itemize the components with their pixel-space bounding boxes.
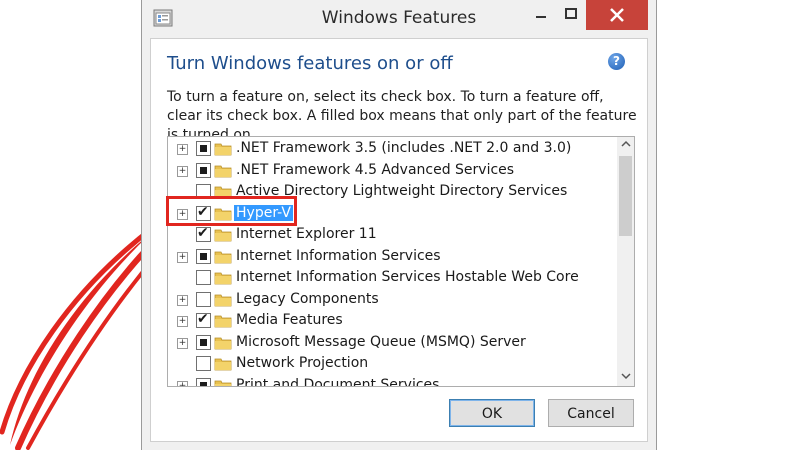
partial-fill-indicator: [200, 381, 207, 386]
folder-icon: [214, 337, 232, 349]
checkmark-icon: ✔: [197, 225, 209, 241]
chevron-down-icon: [620, 373, 631, 380]
help-icon[interactable]: ?: [608, 53, 625, 70]
expand-icon[interactable]: +: [177, 294, 188, 306]
feature-checkbox[interactable]: [196, 356, 211, 371]
folder-icon: [214, 143, 232, 156]
feature-checkbox[interactable]: [196, 270, 211, 285]
partial-fill-indicator: [200, 338, 207, 346]
hyper-v-highlight-box: [166, 196, 297, 226]
scroll-up-button[interactable]: [617, 137, 634, 154]
folder-icon: [214, 251, 232, 263]
feature-checkbox[interactable]: ✔: [196, 225, 211, 242]
title-bar[interactable]: Windows Features: [142, 0, 656, 38]
feature-tree-list[interactable]: + .NET Framework 3.5 (includes .NET 2.0 a…: [167, 136, 635, 387]
feature-label: Network Projection: [236, 355, 369, 371]
expand-icon[interactable]: +: [177, 316, 188, 327]
folder-icon: [214, 272, 232, 285]
folder-icon: [214, 380, 232, 386]
folder-icon: [214, 229, 232, 242]
folder-icon: [214, 294, 232, 306]
minimize-icon: [536, 16, 546, 18]
feature-row[interactable]: + Legacy Components: [168, 290, 618, 311]
feature-label: .NET Framework 3.5 (includes .NET 2.0 an…: [236, 140, 572, 156]
partial-fill-indicator: [200, 252, 207, 260]
feature-row[interactable]: + .NET Framework 4.5 Advanced Services: [168, 161, 618, 182]
ok-button[interactable]: OK: [449, 399, 535, 427]
expand-icon[interactable]: +: [177, 380, 188, 386]
feature-checkbox[interactable]: [196, 141, 211, 156]
feature-checkbox[interactable]: [196, 291, 211, 307]
feature-checkbox[interactable]: ✔: [196, 311, 211, 328]
feature-row[interactable]: + .NET Framework 3.5 (includes .NET 2.0 a…: [168, 139, 618, 160]
feature-label: Legacy Components: [236, 290, 379, 307]
chevron-up-icon: [620, 140, 631, 147]
feature-row[interactable]: Internet Information Services Hostable W…: [168, 268, 618, 289]
maximize-button[interactable]: [556, 0, 586, 30]
feature-label: Media Features: [236, 312, 343, 328]
folder-icon: [214, 315, 232, 328]
partial-fill-indicator: [200, 145, 207, 152]
maximize-icon: [565, 8, 577, 19]
scroll-down-button[interactable]: [617, 369, 634, 386]
partial-fill-indicator: [200, 166, 207, 174]
close-button[interactable]: [586, 0, 648, 30]
expand-icon[interactable]: +: [177, 144, 188, 155]
feature-label: Internet Information Services: [236, 247, 441, 264]
feature-label: Internet Explorer 11: [236, 226, 377, 242]
feature-label: Internet Information Services Hostable W…: [236, 269, 579, 285]
feature-row[interactable]: + Print and Document Services: [168, 376, 618, 387]
expand-icon[interactable]: +: [177, 337, 188, 349]
feature-checkbox[interactable]: [196, 377, 211, 386]
feature-checkbox[interactable]: [196, 248, 211, 264]
feature-checkbox[interactable]: [196, 162, 211, 178]
feature-label: Microsoft Message Queue (MSMQ) Server: [236, 333, 526, 350]
checkmark-icon: ✔: [197, 311, 209, 327]
feature-row[interactable]: + ✔ Media Features: [168, 311, 618, 332]
feature-label: Print and Document Services: [236, 376, 440, 387]
folder-icon: [214, 358, 232, 371]
feature-row[interactable]: Network Projection: [168, 354, 618, 375]
close-icon: [610, 8, 624, 22]
folder-icon: [214, 165, 232, 177]
cancel-button[interactable]: Cancel: [548, 399, 634, 427]
feature-row[interactable]: + Microsoft Message Queue (MSMQ) Server: [168, 333, 618, 354]
expand-icon[interactable]: +: [177, 165, 188, 177]
vertical-scrollbar[interactable]: [617, 137, 634, 386]
feature-checkbox[interactable]: [196, 334, 211, 350]
minimize-button[interactable]: [526, 0, 556, 30]
scroll-thumb[interactable]: [619, 156, 632, 236]
feature-label: .NET Framework 4.5 Advanced Services: [236, 161, 515, 178]
dialog-heading: Turn Windows features on or off: [167, 53, 453, 74]
expand-icon[interactable]: +: [177, 251, 188, 263]
feature-row[interactable]: + Internet Information Services: [168, 247, 618, 268]
dialog-body: Turn Windows features on or off ? To tur…: [150, 38, 648, 442]
feature-row[interactable]: ✔ Internet Explorer 11: [168, 225, 618, 246]
